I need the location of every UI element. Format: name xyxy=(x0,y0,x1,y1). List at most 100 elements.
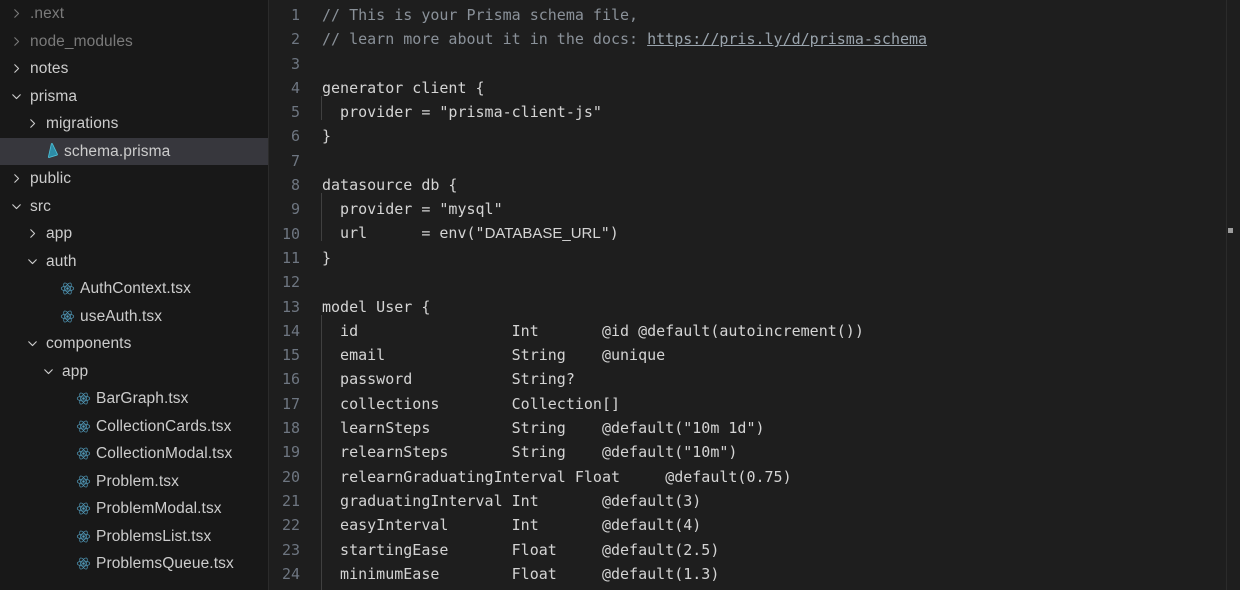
indent-guide xyxy=(321,363,322,388)
code-token: // learn more about it in the docs: xyxy=(322,30,648,49)
code-line-content: // This is your Prisma schema file, xyxy=(321,3,638,27)
react-file-icon xyxy=(73,419,93,434)
chevron-right-icon[interactable] xyxy=(24,228,41,239)
code-line-content: collections Collection[] xyxy=(321,387,620,416)
code-token: Int xyxy=(511,516,602,535)
code-line: 21 graduatingInterval Int @default(3) xyxy=(269,484,1240,513)
chevron-down-icon[interactable] xyxy=(40,366,57,377)
react-file-icon xyxy=(73,446,93,461)
code-token: "prisma-client-js" xyxy=(439,103,602,122)
tree-item-migrations[interactable]: migrations xyxy=(0,110,268,138)
tree-item-components[interactable]: components xyxy=(0,330,268,358)
tree-item-label: migrations xyxy=(46,115,119,132)
file-tree: .next node_modules notes prisma migrations sc… xyxy=(0,0,268,578)
code-line: 16 password String? xyxy=(269,363,1240,391)
tree-item-authcontext-tsx[interactable]: AuthContext.tsx xyxy=(0,275,268,303)
editor-scrollbar[interactable] xyxy=(1226,0,1240,590)
react-file-icon xyxy=(73,556,93,571)
tree-item-label: CollectionModal.tsx xyxy=(96,445,233,462)
code-token: startingEase xyxy=(322,540,512,559)
line-number: 12 xyxy=(281,273,300,292)
tree-item-next[interactable]: .next xyxy=(0,0,268,28)
code-line-content: // learn more about it in the docs: http… xyxy=(321,27,927,51)
code-line-content: generator client { xyxy=(321,76,485,100)
chevron-down-icon[interactable] xyxy=(8,201,25,212)
chevron-down-icon[interactable] xyxy=(8,91,25,102)
line-number: 13 xyxy=(281,297,300,316)
code-token: @default(2.5) xyxy=(601,540,720,559)
indent-guide xyxy=(321,533,322,558)
indent-guide xyxy=(321,557,322,583)
tree-item-label: src xyxy=(30,197,51,215)
tree-item-label: public xyxy=(30,170,72,187)
chevron-right-icon[interactable] xyxy=(8,36,25,47)
chevron-down-icon[interactable] xyxy=(24,256,41,267)
code-line-content: relearnGraduatingInterval Float @default… xyxy=(321,460,792,489)
tree-item-app[interactable]: app xyxy=(0,358,268,386)
tree-item-problemmodal-tsx[interactable]: ProblemModal.tsx xyxy=(0,495,268,523)
code-token: String xyxy=(511,443,602,462)
tree-item-label: ProblemsList.tsx xyxy=(96,527,212,545)
code-line-content: relearnSteps String @default("10m") xyxy=(321,436,737,464)
tree-item-label: app xyxy=(46,225,73,242)
react-file-icon xyxy=(73,391,93,406)
code-line-content: } xyxy=(321,246,331,270)
code-line: 8 datasource db { xyxy=(269,173,1240,197)
code-token: model User { xyxy=(322,297,431,316)
tree-item-collectionmodal-tsx[interactable]: CollectionModal.tsx xyxy=(0,440,268,468)
tree-item-notes[interactable]: notes xyxy=(0,55,268,83)
indent-guide xyxy=(321,436,322,461)
code-token: @id @default(autoincrement()) xyxy=(601,321,864,340)
chevron-right-icon[interactable] xyxy=(24,118,41,129)
tree-item-bargraph-tsx[interactable]: BarGraph.tsx xyxy=(0,385,268,413)
line-number: 24 xyxy=(281,564,300,583)
tree-item-label: AuthContext.tsx xyxy=(80,280,191,297)
tree-item-problem-tsx[interactable]: Problem.tsx xyxy=(0,468,268,496)
line-number: 10 xyxy=(281,224,300,243)
code-line: 7 xyxy=(269,149,1240,173)
tree-item-problemsqueue-tsx[interactable]: ProblemsQueue.tsx xyxy=(0,550,268,578)
tree-item-useauth-tsx[interactable]: useAuth.tsx xyxy=(0,303,268,331)
tree-item-collectioncards-tsx[interactable]: CollectionCards.tsx xyxy=(0,413,268,441)
tree-item-problemslist-tsx[interactable]: ProblemsList.tsx xyxy=(0,523,268,551)
chevron-right-icon[interactable] xyxy=(8,8,25,19)
line-number: 2 xyxy=(290,30,300,49)
code-token: collections xyxy=(322,394,512,413)
line-number: 15 xyxy=(281,346,300,365)
line-number: 11 xyxy=(281,248,300,267)
code-content[interactable]: 1 // This is your Prisma schema file, 2 // … xyxy=(269,0,1240,590)
code-token[interactable]: https://pris.ly/d/prisma-schema xyxy=(647,30,927,48)
line-number: 8 xyxy=(290,176,300,195)
code-token: String xyxy=(511,419,602,438)
chevron-right-icon[interactable] xyxy=(8,173,25,184)
tree-item-label: BarGraph.tsx xyxy=(96,390,189,407)
line-number: 20 xyxy=(281,467,300,486)
line-number: 6 xyxy=(290,127,300,146)
chevron-right-icon[interactable] xyxy=(8,63,25,74)
code-token: } xyxy=(322,248,332,267)
chevron-down-icon[interactable] xyxy=(24,338,41,349)
code-line: 1 // This is your Prisma schema file, xyxy=(269,3,1240,27)
react-file-icon xyxy=(73,501,93,516)
tree-item-app[interactable]: app xyxy=(0,220,268,248)
vscode-window: .next node_modules notes prisma migrations sc… xyxy=(0,0,1240,590)
tree-item-schema-prisma[interactable]: schema.prisma xyxy=(0,137,268,165)
code-line: 9 provider = "mysql" xyxy=(269,193,1240,221)
code-token: Int xyxy=(511,491,602,510)
tree-item-auth[interactable]: auth xyxy=(0,248,268,276)
code-token: ") xyxy=(600,224,619,243)
code-token: Float xyxy=(574,467,666,486)
code-line: 3 xyxy=(269,52,1240,76)
tree-item-prisma[interactable]: prisma xyxy=(0,83,268,111)
code-token: @default(3) xyxy=(601,491,702,510)
editor-pane: 1 // This is your Prisma schema file, 2 // … xyxy=(269,0,1240,590)
tree-item-public[interactable]: public xyxy=(0,165,268,193)
code-token: @default(0.75) xyxy=(665,467,792,486)
tree-item-node-modules[interactable]: node_modules xyxy=(0,28,268,56)
code-line: 24 minimumEase Float @default(1.3) xyxy=(269,557,1240,586)
scrollbar-marker xyxy=(1228,228,1233,233)
code-line-content: url = env("DATABASE_URL") xyxy=(321,217,619,246)
react-file-icon xyxy=(73,474,93,489)
code-token: @default(1.3) xyxy=(601,564,720,583)
tree-item-src[interactable]: src xyxy=(0,193,268,221)
